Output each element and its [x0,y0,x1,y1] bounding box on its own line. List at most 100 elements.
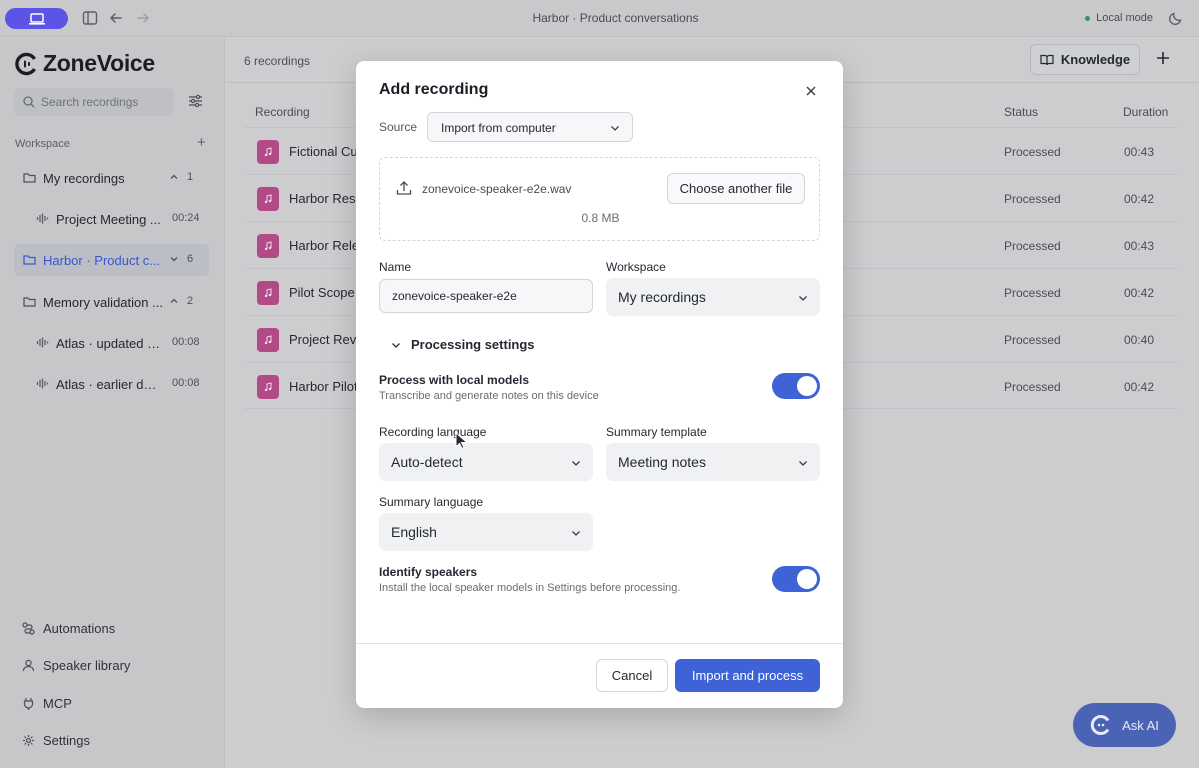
folder-count: 1 [187,171,194,183]
recording-duration: 00:08 [172,336,200,348]
sidebar: ZoneVoice Workspace + My recordings 1 Pr… [0,38,225,768]
chevron-down-icon [392,342,400,348]
waveform-icon [36,378,49,389]
chevron-down-icon [799,296,807,301]
source-label: Source [379,120,418,134]
summary-language-select[interactable]: English [379,513,593,551]
knowledge-button[interactable]: Knowledge [1030,44,1140,75]
recording-status: Processed [1004,192,1061,206]
folder-count: 6 [187,253,194,265]
identify-speakers-description: Install the local speaker models in Sett… [379,582,681,594]
sidebar-item-mcp[interactable]: MCP [22,696,72,711]
folder-icon [23,173,36,183]
chevron-down-icon [799,461,807,466]
add-recording-dialog: Add recording Source Import from compute… [356,61,843,708]
sidebar-folder-harbor[interactable]: Harbor · Product c... 6 [14,244,209,276]
dialog-title: Add recording [379,81,489,98]
local-models-description: Transcribe and generate notes on this de… [379,390,599,402]
column-header-recording[interactable]: Recording [255,105,310,119]
recording-label: Atlas · earlier dec... [56,377,161,392]
search-box[interactable] [14,88,174,116]
gear-icon [23,735,34,746]
cancel-button[interactable]: Cancel [596,659,668,692]
name-label: Name [379,260,412,274]
recording-duration: 00:42 [1124,286,1155,300]
identify-speakers-toggle[interactable] [772,566,820,592]
summary-template-label: Summary template [606,425,707,439]
search-icon [23,96,35,108]
column-header-status[interactable]: Status [1004,105,1038,119]
processing-settings-toggle[interactable]: Processing settings [391,337,535,352]
source-value: Import from computer [441,121,556,135]
audio-file-icon [257,140,279,164]
sidebar-folder-memory-validation[interactable]: Memory validation ... 2 [14,286,209,318]
recording-name: Pilot Scope [289,285,355,300]
filter-icon[interactable] [188,94,203,108]
folder-label: My recordings [43,171,125,186]
sidebar-recording-item[interactable]: Atlas · earlier dec... 00:08 [14,368,209,400]
ask-ai-button[interactable]: Ask AI [1073,703,1176,747]
sidebar-recording-item[interactable]: Atlas · updated d... 00:08 [14,327,209,359]
chevron-down-icon [572,531,580,536]
add-workspace-button[interactable]: + [197,135,206,150]
sidebar-item-label: Speaker library [43,658,131,673]
column-header-duration[interactable]: Duration [1123,105,1168,119]
workspace-select[interactable]: My recordings [606,278,820,316]
recording-status: Processed [1004,380,1061,394]
sidebar-recording-item[interactable]: Project Meeting ... 00:24 [14,203,209,235]
recording-language-select[interactable]: Auto-detect [379,443,593,481]
recording-name: Project Revi [289,332,360,347]
ask-ai-label: Ask AI [1122,717,1159,733]
dialog-footer-divider [356,643,843,644]
folder-icon [23,255,36,265]
sidebar-folder-my-recordings[interactable]: My recordings 1 [14,162,209,194]
user-icon [22,659,35,672]
folder-count: 2 [187,295,194,307]
workspace-label: Workspace [606,260,666,274]
summary-template-select[interactable]: Meeting notes [606,443,820,481]
recording-language-value: Auto-detect [391,454,463,470]
waveform-icon [36,337,49,348]
recording-duration: 00:40 [1124,333,1155,347]
sidebar-item-automations[interactable]: Automations [22,621,115,636]
summary-language-label: Summary language [379,495,484,509]
search-input[interactable] [41,95,166,109]
file-drop-zone[interactable]: zonevoice-speaker-e2e.wav Choose another… [379,157,820,241]
recording-label: Project Meeting ... [56,212,161,227]
chevron-up-icon[interactable] [169,296,179,306]
chevron-down-icon[interactable] [169,254,179,264]
mode-label: Local mode [1096,12,1153,24]
sidebar-item-label: MCP [43,696,72,711]
recording-duration: 00:43 [1124,239,1155,253]
window-title: Harbor · Product conversations [532,11,699,25]
summary-template-value: Meeting notes [618,454,706,470]
choose-file-button[interactable]: Choose another file [667,173,805,204]
local-models-toggle[interactable] [772,373,820,399]
audio-file-icon [257,328,279,352]
file-name: zonevoice-speaker-e2e.wav [422,182,572,196]
sidebar-item-label: Automations [43,621,116,636]
source-select[interactable]: Import from computer [427,112,633,142]
chevron-up-icon[interactable] [169,172,179,182]
recording-status: Processed [1004,239,1061,253]
sidebar-item-speaker-library[interactable]: Speaker library [22,658,130,673]
title-bar: Harbor · Product conversations Local mod… [0,0,1199,37]
name-field[interactable] [379,279,593,313]
recording-label: Atlas · updated d... [56,336,161,351]
upload-icon [396,181,412,195]
folder-icon [23,297,36,307]
recording-status: Processed [1004,333,1061,347]
audio-file-icon [257,375,279,399]
add-icon[interactable] [1155,50,1171,66]
toggle-knob [797,376,817,396]
folder-label: Memory validation ... [43,295,163,310]
mouse-cursor-icon [455,432,469,450]
import-and-process-button[interactable]: Import and process [675,659,820,692]
audio-file-icon [257,281,279,305]
recording-name: Harbor Rese [289,191,363,206]
recordings-count: 6 recordings [244,54,311,68]
recording-language-label: Recording language [379,425,487,439]
sidebar-item-settings[interactable]: Settings [22,733,90,748]
close-icon[interactable] [805,85,817,97]
moon-icon[interactable] [1168,10,1184,26]
